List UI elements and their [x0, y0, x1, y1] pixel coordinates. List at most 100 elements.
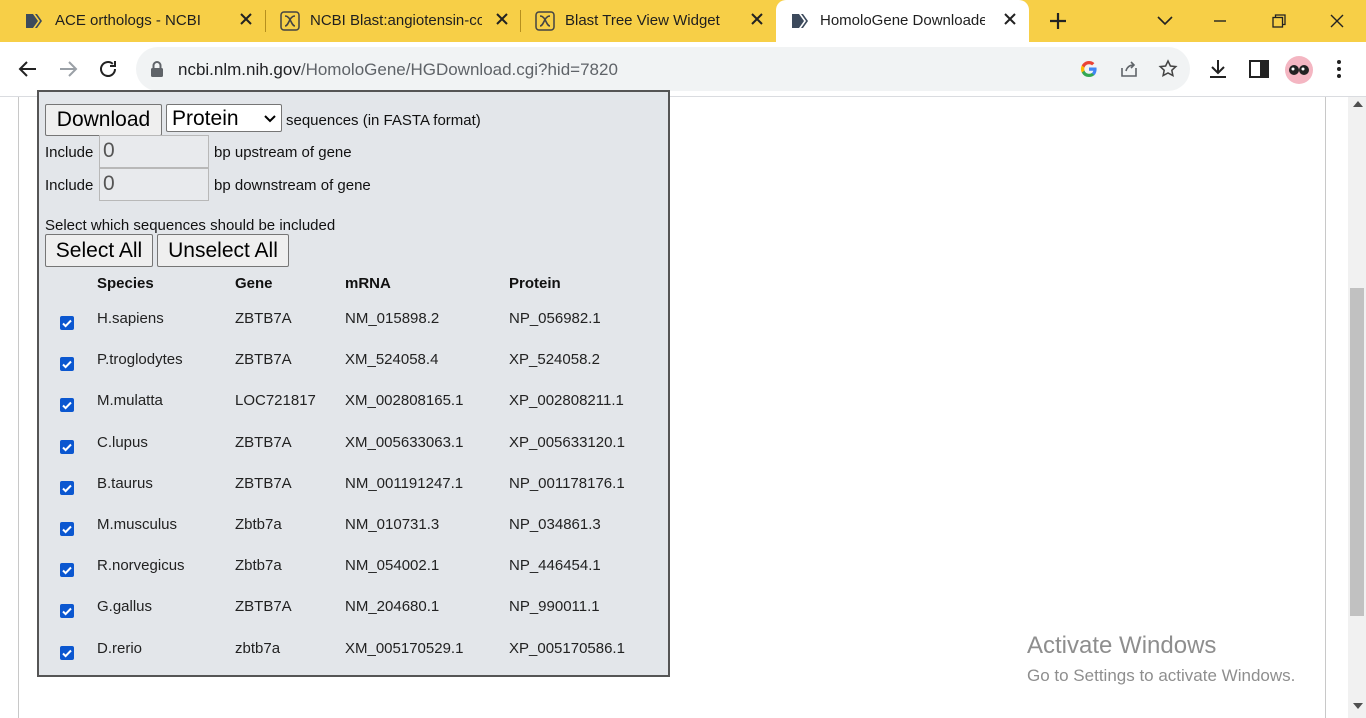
url-host: ncbi.nlm.nih.gov	[178, 60, 301, 79]
close-tab-icon[interactable]	[238, 11, 254, 27]
restore-icon	[1272, 14, 1286, 28]
scroll-down-arrow-icon[interactable]	[1352, 702, 1364, 710]
back-arrow-icon[interactable]	[16, 57, 40, 81]
species-cell: H.sapiens	[97, 310, 164, 327]
checkmark-icon	[62, 360, 72, 369]
watermark-title: Activate Windows	[1027, 632, 1217, 659]
column-header-species: Species	[97, 275, 154, 292]
mrna-cell: XM_005170529.1	[345, 640, 464, 657]
table-row: M.musculus Zbtb7a NM_010731.3 NP_034861.3	[39, 516, 659, 540]
row-checkbox[interactable]	[60, 481, 74, 495]
protein-cell: XP_005170586.1	[509, 640, 625, 657]
gene-cell: LOC721817	[235, 392, 316, 409]
chevron-down-icon	[1157, 16, 1173, 26]
gene-cell: ZBTB7A	[235, 351, 292, 368]
row-checkbox[interactable]	[60, 316, 74, 330]
mrna-cell: XM_002808165.1	[345, 392, 464, 409]
checkmark-icon	[62, 484, 72, 493]
tab-blast-tree-view[interactable]: Blast Tree View Widget	[521, 0, 775, 42]
scrollbar-thumb[interactable]	[1350, 288, 1364, 616]
upstream-text: bp upstream of gene	[214, 144, 352, 161]
species-cell: C.lupus	[97, 434, 148, 451]
species-cell: R.norvegicus	[97, 557, 185, 574]
sequence-type-value: Protein	[172, 107, 239, 130]
row-checkbox[interactable]	[60, 604, 74, 618]
species-cell: M.mulatta	[97, 392, 163, 409]
close-tab-icon[interactable]	[494, 11, 510, 27]
mrna-cell: XM_005633063.1	[345, 434, 464, 451]
select-prompt: Select which sequences should be include…	[45, 217, 336, 234]
include-label: Include	[45, 144, 94, 161]
protein-cell: NP_056982.1	[509, 310, 601, 327]
url-text[interactable]: ncbi.nlm.nih.gov/HomoloGene/HGDownload.c…	[178, 60, 618, 80]
gene-cell: ZBTB7A	[235, 434, 292, 451]
checkmark-icon	[62, 319, 72, 328]
column-header-protein: Protein	[509, 275, 561, 292]
bookmark-star-icon[interactable]	[1158, 59, 1178, 79]
checkmark-icon	[62, 649, 72, 658]
table-row: R.norvegicus Zbtb7a NM_054002.1 NP_446454.1	[39, 557, 659, 581]
profile-avatar[interactable]	[1285, 56, 1313, 84]
row-checkbox[interactable]	[60, 646, 74, 660]
tab-title: Blast Tree View Widget	[565, 12, 720, 29]
windows-activation-watermark: Activate Windows Go to Settings to activ…	[1027, 632, 1295, 686]
tab-homologene-downloader[interactable]: HomoloGene Downloader	[776, 0, 1029, 42]
row-checkbox[interactable]	[60, 357, 74, 371]
scroll-up-arrow-icon[interactable]	[1352, 100, 1364, 108]
include-label: Include	[45, 177, 94, 194]
species-cell: P.troglodytes	[97, 351, 183, 368]
protein-cell: NP_034861.3	[509, 516, 601, 533]
more-menu-icon[interactable]	[1327, 57, 1351, 81]
row-checkbox[interactable]	[60, 522, 74, 536]
side-panel-icon[interactable]	[1247, 57, 1271, 81]
species-cell: M.musculus	[97, 516, 178, 533]
gene-cell: ZBTB7A	[235, 310, 292, 327]
upstream-input[interactable]: 0	[99, 135, 209, 168]
row-checkbox[interactable]	[60, 563, 74, 577]
mrna-cell: NM_204680.1	[345, 598, 440, 615]
close-tab-icon[interactable]	[1002, 11, 1018, 27]
restore-button[interactable]	[1256, 0, 1302, 42]
protein-cell: NP_990011.1	[509, 598, 600, 615]
sequence-type-select[interactable]: Protein	[166, 104, 282, 132]
close-window-button[interactable]	[1314, 0, 1360, 42]
mrna-cell: XM_524058.4	[345, 351, 439, 368]
lock-icon[interactable]	[148, 60, 166, 78]
gene-cell: ZBTB7A	[235, 475, 292, 492]
browser-toolbar: ncbi.nlm.nih.gov/HomoloGene/HGDownload.c…	[0, 42, 1366, 97]
row-checkbox[interactable]	[60, 398, 74, 412]
tab-ace-orthologs[interactable]: ACE orthologs - NCBI	[0, 0, 265, 42]
ncbi-favicon-icon	[26, 14, 42, 28]
row-checkbox[interactable]	[60, 440, 74, 454]
checkmark-icon	[62, 607, 72, 616]
reload-icon[interactable]	[96, 57, 120, 81]
download-button[interactable]: Download	[45, 104, 162, 136]
download-icon[interactable]	[1206, 57, 1230, 81]
google-lens-icon[interactable]	[1079, 59, 1099, 79]
table-row: D.rerio zbtb7a XM_005170529.1 XP_005170586.…	[39, 640, 659, 664]
format-text: sequences (in FASTA format)	[286, 112, 481, 129]
column-header-gene: Gene	[235, 275, 273, 292]
species-cell: G.gallus	[97, 598, 153, 615]
chevron-down-icon	[264, 115, 276, 123]
downstream-text: bp downstream of gene	[214, 177, 371, 194]
gene-cell: Zbtb7a	[235, 557, 282, 574]
tab-search-button[interactable]	[1142, 0, 1188, 42]
forward-arrow-icon[interactable]	[56, 57, 80, 81]
gene-cell: zbtb7a	[235, 640, 281, 657]
share-icon[interactable]	[1119, 59, 1139, 79]
column-header-mrna: mRNA	[345, 275, 391, 292]
address-bar[interactable]: ncbi.nlm.nih.gov/HomoloGene/HGDownload.c…	[136, 47, 1190, 91]
downstream-input[interactable]: 0	[99, 168, 209, 201]
watermark-subtitle: Go to Settings to activate Windows.	[1027, 666, 1296, 685]
select-all-button[interactable]: Select All	[45, 234, 153, 267]
tab-ncbi-blast[interactable]: NCBI Blast:angiotensin-con	[266, 0, 520, 42]
close-tab-icon[interactable]	[749, 11, 765, 27]
unselect-all-button[interactable]: Unselect All	[157, 234, 289, 267]
table-row: C.lupus ZBTB7A XM_005633063.1 XP_005633120.…	[39, 434, 659, 458]
table-row: M.mulatta LOC721817 XM_002808165.1 XP_00280…	[39, 392, 659, 416]
gene-cell: Zbtb7a	[235, 516, 282, 533]
protein-cell: NP_446454.1	[509, 557, 601, 574]
new-tab-icon[interactable]	[1046, 9, 1070, 33]
minimize-button[interactable]	[1197, 0, 1243, 42]
